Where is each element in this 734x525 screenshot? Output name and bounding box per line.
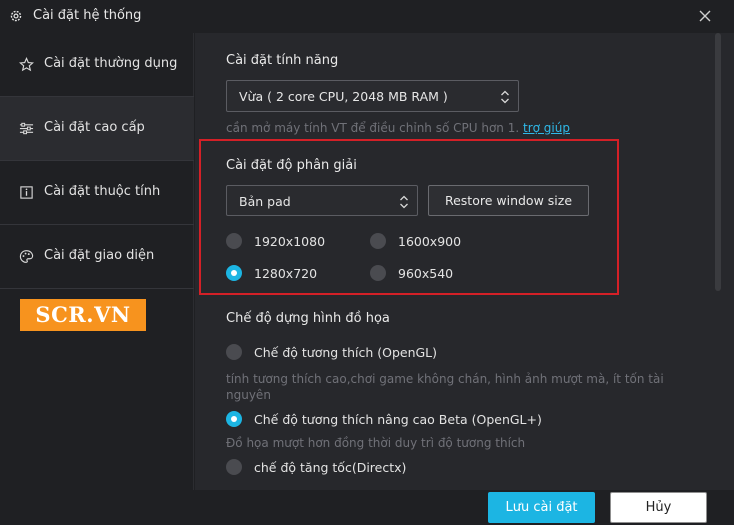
close-icon[interactable] [697,8,713,24]
resolution-radio-1280[interactable] [226,265,242,281]
sidebar-item-advanced[interactable]: Cài đặt cao cấp [0,97,194,161]
resolution-label: 1280x720 [254,266,318,281]
sidebar-empty-area [0,353,194,490]
sidebar-item-properties[interactable]: Cài đặt thuộc tính [0,161,194,225]
features-hint: cần mở máy tính VT để điều chỉnh số CPU … [226,121,570,135]
sidebar-item-interface[interactable]: Cài đặt giao diện [0,225,194,289]
resolution-radio-960[interactable] [370,265,386,281]
hint-text: cần mở máy tính VT để điều chỉnh số CPU … [226,121,520,135]
resolution-mode-value: Bản pad [239,194,291,209]
graphics-desc: Đồ họa mượt hơn đồng thời duy trì độ tươ… [226,436,526,450]
select-arrows-icon [400,195,408,209]
star-icon [19,57,34,72]
graphics-desc: nguyên [226,388,271,402]
graphics-radio-opengl-plus[interactable] [226,411,242,427]
sidebar-item-label: Cài đặt thuộc tính [44,184,161,199]
graphics-label: Chế độ tương thích nâng cao Beta (OpenGL… [254,412,542,427]
graphics-desc: tính tương thích cao,chơi game không chá… [226,372,664,386]
resolution-radio-1600[interactable] [370,233,386,249]
sidebar-item-label: Cài đặt cao cấp [44,120,145,135]
sidebar-item-general[interactable]: Cài đặt thường dụng [0,33,194,97]
graphics-radio-directx[interactable] [226,459,242,475]
resolution-label: 1920x1080 [254,234,326,249]
graphics-label: chế độ tăng tốc(Directx) [254,460,407,475]
gear-icon [10,10,22,22]
sidebar-item-label: Cài đặt giao diện [44,248,155,263]
resolution-radio-1920[interactable] [226,233,242,249]
settings-panel: Cài đặt tính năng Vừa ( 2 core CPU, 2048… [195,33,734,490]
watermark-logo: SCR.VN [20,299,146,331]
graphics-radio-opengl[interactable] [226,344,242,360]
palette-icon [19,250,34,263]
cancel-button[interactable]: Hủy [610,492,707,523]
performance-select[interactable]: Vừa ( 2 core CPU, 2048 MB RAM ) [226,80,519,112]
resolution-label: 1600x900 [398,234,462,249]
info-icon [20,186,33,199]
help-link[interactable]: trợ giúp [523,121,570,135]
sidebar-item-label: Cài đặt thường dụng [44,56,178,71]
resolution-label: 960x540 [398,266,454,281]
features-title: Cài đặt tính năng [226,53,339,68]
resolution-title: Cài đặt độ phân giải [226,158,357,173]
title-bar: Cài đặt hệ thống [0,0,734,33]
graphics-title: Chế độ dựng hình đồ họa [226,311,390,326]
restore-window-size-button[interactable]: Restore window size [428,185,589,216]
resolution-mode-select[interactable]: Bản pad [226,185,418,216]
select-arrows-icon [501,90,509,104]
window-title: Cài đặt hệ thống [33,8,142,23]
graphics-label: Chế độ tương thích (OpenGL) [254,345,438,360]
sliders-icon [19,122,34,135]
save-button[interactable]: Lưu cài đặt [488,492,595,523]
performance-value: Vừa ( 2 core CPU, 2048 MB RAM ) [239,89,448,104]
footer-bar: Lưu cài đặt Hủy [195,490,734,525]
scrollbar[interactable] [715,33,721,291]
